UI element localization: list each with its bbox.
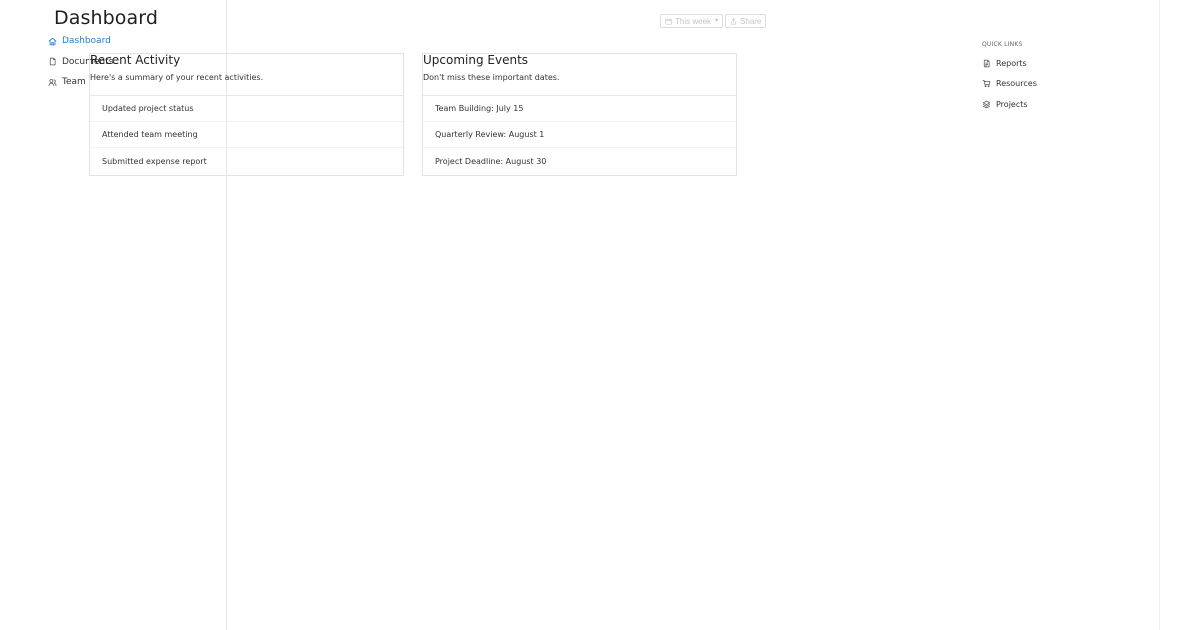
- upcoming-event-item: Team Building: July 15: [423, 96, 736, 122]
- share-button[interactable]: Share: [725, 14, 767, 28]
- recent-activity-title: Recent Activity: [90, 53, 181, 67]
- share-label: Share: [740, 16, 762, 26]
- sidebar-item-label: Dashboard: [62, 36, 111, 47]
- date-range-label: This week: [675, 16, 712, 26]
- team-icon: [48, 78, 57, 87]
- quick-link-resources[interactable]: Resources: [982, 74, 1132, 95]
- quick-links-heading: QUICK LINKS: [982, 41, 1023, 48]
- recent-activity-item: Updated project status: [90, 96, 403, 122]
- right-divider: [1159, 0, 1160, 630]
- recent-activity-item: Attended team meeting: [90, 122, 403, 148]
- app-title: Dashboard: [54, 7, 158, 29]
- cart-icon: [982, 79, 991, 88]
- sidebar-item-label: Team: [62, 77, 86, 88]
- quick-link-reports[interactable]: Reports: [982, 53, 1132, 74]
- recent-activity-item: Submitted expense report: [102, 156, 207, 166]
- calendar-icon: [665, 18, 672, 25]
- quick-link-label: Resources: [996, 79, 1037, 89]
- sidebar-item-dashboard[interactable]: Dashboard: [48, 31, 228, 52]
- upcoming-event-item: Project Deadline: August 30: [435, 156, 547, 166]
- quick-link-label: Reports: [996, 58, 1027, 68]
- upcoming-event-item: Quarterly Review: August 1: [423, 122, 736, 148]
- recent-activity-subtitle: Here's a summary of your recent activiti…: [90, 73, 264, 82]
- upcoming-events-title: Upcoming Events: [423, 53, 529, 67]
- dashboard-toolbar: This week ▾ Share: [660, 14, 767, 28]
- layers-icon: [982, 100, 991, 109]
- home-icon: [48, 37, 57, 46]
- document-icon: [48, 57, 57, 66]
- date-range-button[interactable]: This week ▾: [660, 14, 724, 28]
- share-icon: [730, 17, 737, 25]
- recent-activity-card: Recent Activity Here's a summary of your…: [89, 53, 404, 176]
- report-icon: [982, 59, 991, 68]
- recent-activity-list: Updated project status Attended team mee…: [90, 95, 403, 174]
- upcoming-events-subtitle: Don't miss these important dates.: [423, 73, 560, 82]
- upcoming-events-list: Team Building: July 15 Quarterly Review:…: [423, 95, 736, 174]
- quick-link-label: Projects: [996, 99, 1028, 109]
- upcoming-events-card: Upcoming Events Don't miss these importa…: [422, 53, 737, 176]
- chevron-down-icon: ▾: [715, 18, 719, 24]
- quick-link-projects[interactable]: Projects: [982, 94, 1132, 115]
- quick-links-panel: QUICK LINKS Reports Resources Projects: [982, 41, 1132, 115]
